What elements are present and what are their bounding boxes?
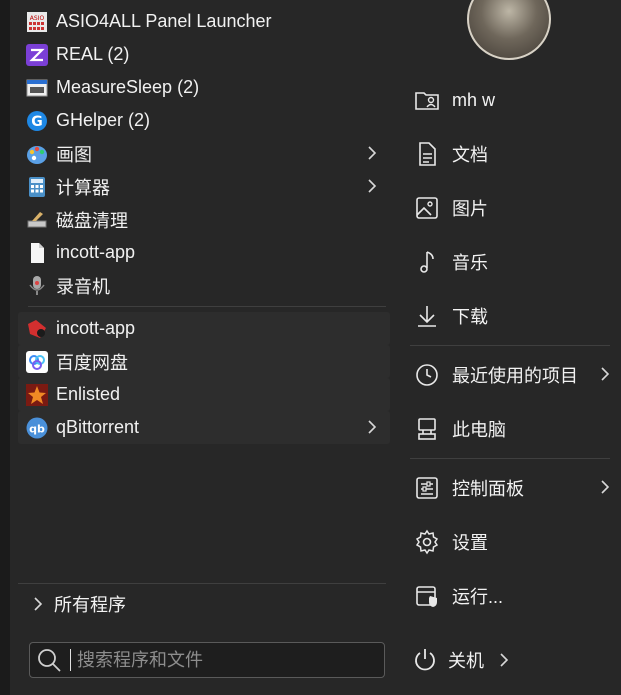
control-panel-icon [414,475,440,501]
program-item-qbittorrent[interactable]: qb qBittorrent [18,411,390,444]
program-item-calculator[interactable]: 计算器 [18,170,390,203]
user-folder-link[interactable]: mh w [410,73,621,127]
settings-label: 设置 [452,533,488,553]
program-item-ghelper[interactable]: G GHelper (2) [18,104,390,137]
program-item-baidu-netdisk[interactable]: 百度网盘 [18,345,390,378]
chevron-right-icon[interactable] [366,178,378,194]
program-label: 录音机 [56,276,110,297]
pictures-link[interactable]: 图片 [410,181,621,235]
search-icon [36,647,62,673]
shutdown-label: 关机 [448,651,484,671]
asio-icon: ASIO [26,11,48,33]
this-pc-link[interactable]: 此电脑 [410,402,621,456]
chevron-right-icon [599,366,611,382]
clock-icon [414,362,440,388]
chevron-right-icon [599,479,611,495]
program-item-incott-app[interactable]: incott-app [18,312,390,345]
program-item-disk-cleanup[interactable]: 磁盘清理 [18,203,390,236]
enlisted-icon [26,383,48,406]
measuresleep-icon [26,77,48,99]
downloads-link[interactable]: 下载 [410,289,621,343]
search-input[interactable] [77,649,357,671]
program-item-real[interactable]: REAL (2) [18,38,390,71]
this-pc-label: 此电脑 [452,420,506,440]
chevron-right-icon[interactable] [498,652,510,668]
program-label: 百度网盘 [56,352,128,373]
program-label: 计算器 [56,177,110,198]
program-label: ASIO4ALL Panel Launcher [56,11,272,31]
program-label: incott-app [56,242,136,262]
program-item-paint[interactable]: 画图 [18,137,390,170]
chevron-right-icon[interactable] [366,419,378,435]
text-caret [70,649,71,671]
recent-items-link[interactable]: 最近使用的项目 [410,348,621,402]
power-icon [412,647,438,673]
program-label: MeasureSleep (2) [56,77,200,97]
settings-link[interactable]: 设置 [410,515,621,569]
music-label: 音乐 [452,253,488,273]
right-pane: mh w 文档 图片 音乐 下载 最近使用的项目 此电脑 控制面板 设置 运行.… [410,73,621,623]
user-folder-icon [414,87,440,113]
program-label: REAL (2) [56,44,130,64]
program-label: 磁盘清理 [56,210,128,231]
download-icon [414,303,440,329]
paint-icon [26,143,48,165]
real-icon [26,43,48,66]
run-label: 运行... [452,587,504,607]
ghelper-icon: G [26,110,48,132]
baidu-netdisk-icon [26,350,48,373]
program-item-incott-app-file[interactable]: incott-app [18,236,390,269]
music-note-icon [414,249,440,275]
all-programs-button[interactable]: 所有程序 [18,583,386,624]
documents-link[interactable]: 文档 [410,127,621,181]
shutdown-button[interactable]: 关机 [410,642,510,678]
svg-text:ASIO: ASIO [30,15,45,22]
downloads-label: 下载 [452,307,488,327]
music-link[interactable]: 音乐 [410,235,621,289]
program-label: qBittorrent [56,417,140,437]
file-icon [26,242,48,264]
run-link[interactable]: 运行... [410,569,621,623]
program-label: 画图 [56,144,92,165]
program-item-recorder[interactable]: 录音机 [18,269,390,302]
program-item-asio4all[interactable]: ASIO ASIO4ALL Panel Launcher [18,5,390,38]
program-item-enlisted[interactable]: Enlisted [18,378,390,411]
divider [410,458,610,459]
program-list: ASIO ASIO4ALL Panel Launcher REAL (2) Me… [18,5,390,444]
qbittorrent-icon: qb [26,417,48,439]
calculator-icon [26,176,48,198]
divider [410,345,610,346]
run-icon [414,583,440,609]
incott-icon [26,318,48,340]
svg-text:G: G [31,114,43,130]
control-panel-link[interactable]: 控制面板 [410,461,621,515]
svg-text:qb: qb [29,422,45,435]
chevron-right-icon [32,596,44,612]
divider [28,306,386,307]
program-label: Enlisted [56,384,121,404]
picture-icon [414,195,440,221]
chevron-right-icon[interactable] [366,145,378,161]
document-icon [414,141,440,167]
disk-cleanup-icon [26,209,48,231]
program-item-measuresleep[interactable]: MeasureSleep (2) [18,71,390,104]
user-name: mh w [452,89,496,110]
all-programs-label: 所有程序 [54,595,126,615]
program-label: GHelper (2) [56,110,151,130]
search-box[interactable] [29,642,385,678]
control-panel-label: 控制面板 [452,479,524,499]
gear-icon [414,529,440,555]
microphone-icon [26,275,48,297]
desktop-edge [0,0,10,695]
recent-items-label: 最近使用的项目 [452,366,578,386]
pictures-label: 图片 [452,199,488,219]
program-label: incott-app [56,318,136,338]
documents-label: 文档 [452,145,488,165]
computer-icon [414,416,440,442]
